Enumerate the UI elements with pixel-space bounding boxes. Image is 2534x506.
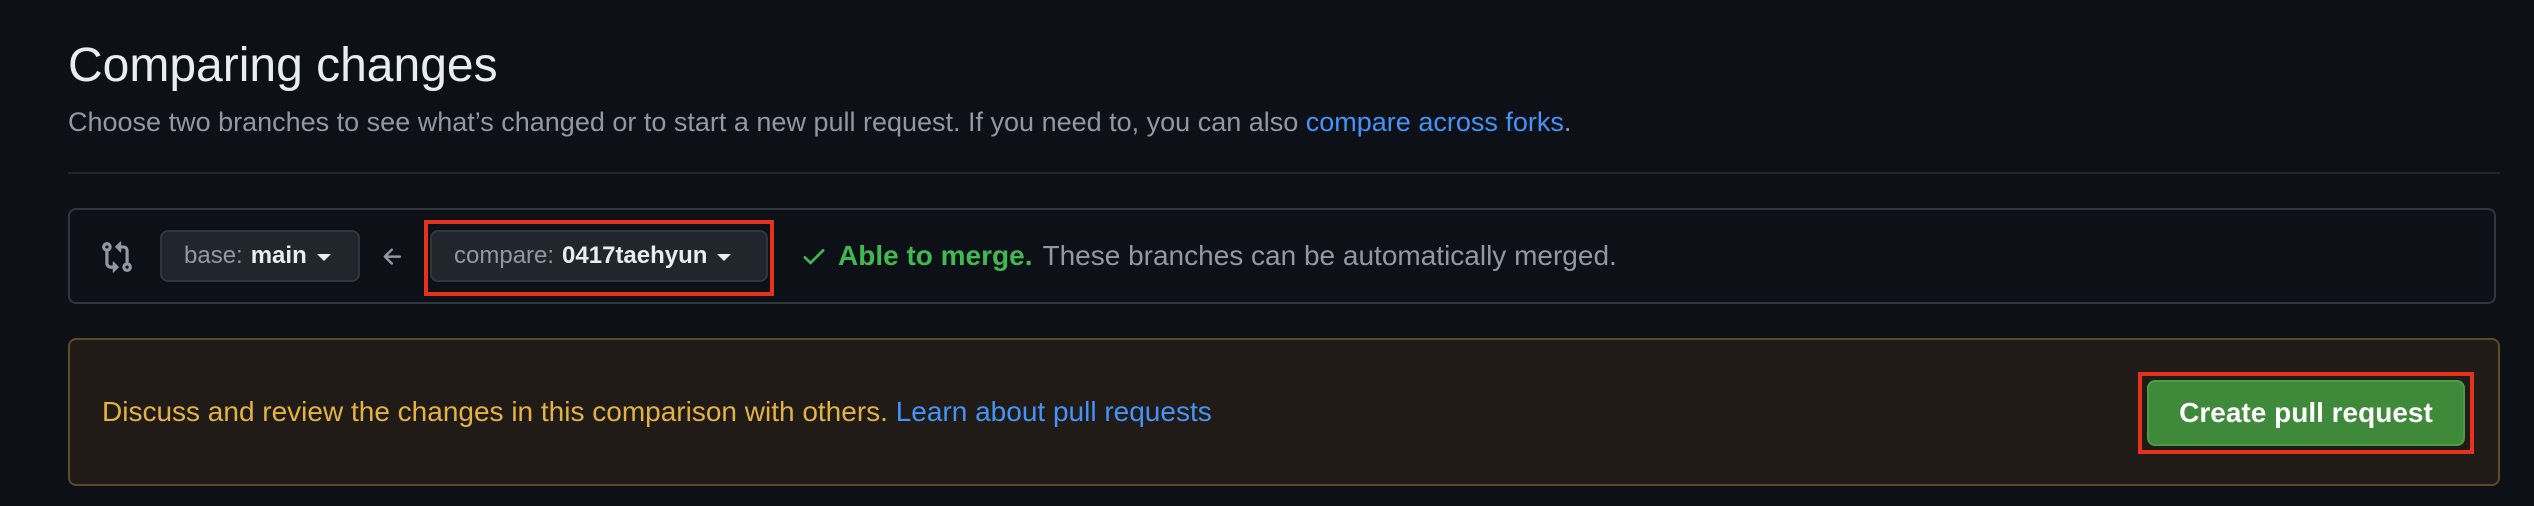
compare-across-forks-link[interactable]: compare across forks bbox=[1306, 107, 1564, 137]
branch-compare-bar: base: main compare: 0417taehyun Able to … bbox=[68, 208, 2496, 304]
compare-label: compare: bbox=[454, 242, 555, 269]
base-label: base: bbox=[184, 242, 243, 269]
git-compare-icon bbox=[102, 241, 132, 273]
arrow-left-icon bbox=[383, 248, 402, 265]
check-icon bbox=[803, 249, 825, 265]
learn-about-pull-requests-link[interactable]: Learn about pull requests bbox=[896, 396, 1212, 427]
subtitle-text: Choose two branches to see what’s change… bbox=[68, 107, 1306, 137]
compare-branch-name: 0417taehyun bbox=[562, 242, 708, 269]
merge-status: Able to merge. These branches can be aut… bbox=[800, 238, 1617, 274]
subtitle-suffix: . bbox=[1563, 107, 1572, 137]
merge-status-label: Able to merge. bbox=[838, 240, 1033, 271]
create-pull-request-button[interactable]: Create pull request bbox=[2147, 380, 2465, 446]
merge-status-description: These branches can be automatically merg… bbox=[1042, 240, 1617, 271]
chevron-down-icon bbox=[316, 253, 331, 261]
notice-message: Discuss and review the changes in this c… bbox=[102, 396, 896, 427]
base-branch-select[interactable]: base: main bbox=[160, 230, 360, 282]
compare-branch-select[interactable]: compare: 0417taehyun bbox=[430, 230, 768, 282]
notice-text: Discuss and review the changes in this c… bbox=[102, 394, 1212, 430]
base-branch-name: main bbox=[250, 242, 307, 269]
header-divider bbox=[68, 172, 2500, 174]
page-subtitle: Choose two branches to see what’s change… bbox=[68, 104, 1571, 140]
compare-page: Comparing changes Choose two branches to… bbox=[68, 0, 2500, 506]
pull-request-notice: Discuss and review the changes in this c… bbox=[68, 338, 2500, 486]
chevron-down-icon bbox=[717, 253, 732, 261]
page-title: Comparing changes bbox=[68, 39, 498, 92]
